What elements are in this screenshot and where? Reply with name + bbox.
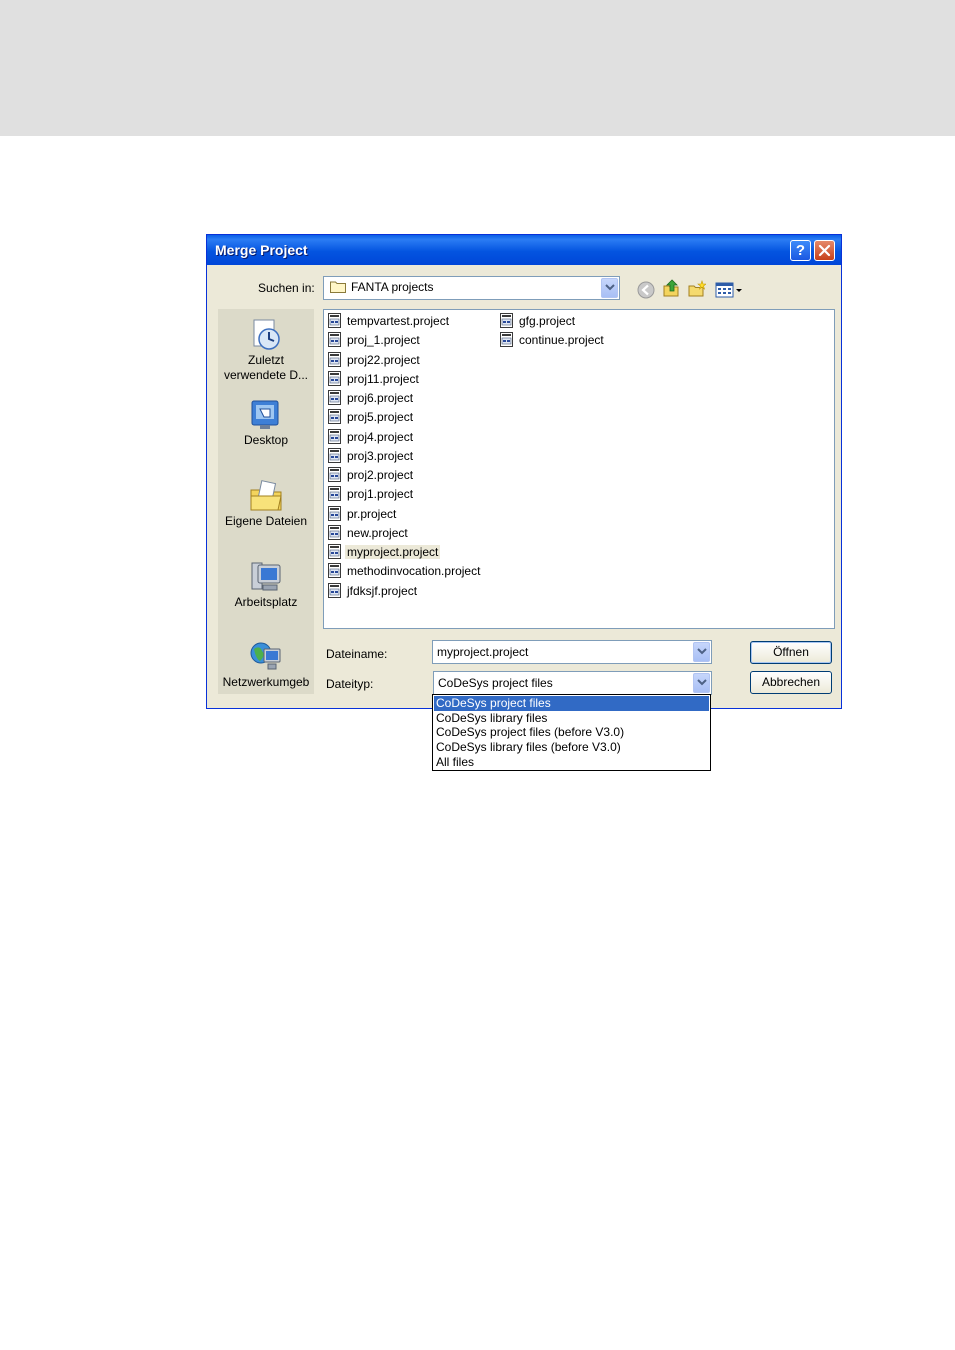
project-file-icon	[328, 390, 341, 405]
file-name: proj1.project	[347, 487, 414, 502]
file-name: proj5.project	[347, 410, 414, 425]
filetype-option[interactable]: CoDeSys library files (before V3.0)	[434, 740, 709, 755]
place-label: verwendete D...	[223, 368, 309, 382]
filename-dropdown-arrow[interactable]	[693, 642, 710, 662]
file-name: tempvartest.project	[347, 314, 450, 328]
project-file-icon	[328, 524, 341, 540]
lookin-dropdown-arrow[interactable]	[601, 278, 618, 298]
file-name: proj2.project	[347, 468, 414, 482]
filetype-option[interactable]: All files	[434, 755, 709, 770]
filetype-option[interactable]: CoDeSys project files	[434, 696, 709, 711]
project-file-icon	[328, 428, 341, 444]
cancel-button[interactable]: Abbrechen	[750, 671, 832, 694]
dialog-title: Merge Project	[215, 242, 308, 258]
view-menu-icon[interactable]	[715, 281, 743, 299]
my-documents-icon	[250, 480, 282, 511]
lookin-value: FANTA projects	[351, 280, 434, 294]
lookin-combo[interactable]: FANTA projects	[323, 276, 620, 300]
file-list[interactable]: tempvartest.project proj_1.project proj22.…	[323, 309, 835, 629]
file-name: continue.project	[519, 333, 604, 348]
filetype-value: CoDeSys project files	[438, 676, 553, 690]
file-name: proj3.project	[347, 448, 414, 463]
file-name: gfg.project	[519, 314, 576, 328]
place-my-documents[interactable]: Eigene Dateien	[218, 478, 314, 529]
lookin-label: Suchen in:	[258, 281, 315, 295]
close-button[interactable]	[814, 240, 835, 261]
project-file-icon	[328, 505, 341, 521]
file-name: proj22.project	[347, 352, 420, 367]
file-name: methodinvocation.project	[347, 564, 481, 579]
my-computer-icon	[251, 562, 281, 591]
place-recent-documents[interactable]: Zuletzt verwendete D...	[218, 317, 314, 383]
up-folder-icon[interactable]	[662, 279, 680, 297]
filetype-select[interactable]: CoDeSys project files	[433, 671, 712, 695]
file-name: myproject.project	[345, 545, 441, 559]
page-header-band	[0, 0, 955, 136]
place-my-computer[interactable]: Arbeitsplatz	[218, 559, 314, 610]
filename-value: myproject.project	[437, 645, 529, 659]
project-file-icon	[328, 447, 341, 463]
filetype-option[interactable]: CoDeSys library files	[434, 711, 709, 726]
back-icon[interactable]	[637, 281, 655, 299]
project-file-icon	[500, 313, 513, 328]
file-name: jfdksjf.project	[347, 583, 418, 598]
merge-project-dialog: Merge Project ? Suchen in: FANTA project…	[206, 234, 842, 709]
new-folder-icon[interactable]	[688, 280, 706, 298]
recent-documents-icon	[253, 319, 280, 350]
file-name: proj_1.project	[347, 333, 420, 348]
places-bar: Zuletzt verwendete D... Desktop Eigene D…	[218, 309, 314, 694]
project-file-icon	[328, 409, 341, 425]
project-file-icon	[500, 332, 513, 348]
network-icon	[250, 642, 281, 670]
place-network[interactable]: Netzwerkumgeb	[218, 639, 314, 690]
filetype-dropdown-arrow[interactable]	[693, 673, 710, 693]
place-label: Desktop	[243, 433, 289, 447]
filename-field[interactable]: myproject.project	[432, 640, 712, 664]
desktop-icon	[251, 400, 279, 429]
chevron-down-icon	[697, 679, 707, 686]
place-label: Netzwerkumgeb	[222, 675, 310, 689]
project-file-icon	[328, 351, 341, 367]
project-file-icon	[328, 467, 341, 482]
project-file-icon	[328, 332, 341, 348]
place-desktop[interactable]: Desktop	[218, 397, 314, 448]
open-button[interactable]: Öffnen	[750, 641, 832, 664]
filename-label: Dateiname:	[326, 647, 388, 661]
place-label: Eigene Dateien	[224, 514, 308, 528]
project-file-icon	[328, 313, 341, 328]
folder-icon	[330, 281, 346, 293]
title-bar[interactable]: Merge Project ?	[207, 235, 841, 265]
help-icon: ?	[795, 242, 806, 259]
help-button[interactable]: ?	[790, 240, 811, 261]
file-name: proj11.project	[347, 371, 419, 386]
place-label: Zuletzt	[247, 353, 284, 367]
file-name: proj6.project	[347, 391, 414, 405]
filetype-option[interactable]: CoDeSys project files (before V3.0)	[434, 725, 709, 740]
project-file-icon	[328, 486, 341, 502]
project-file-icon	[328, 370, 341, 386]
file-name: proj4.project	[347, 429, 414, 444]
chevron-down-icon	[605, 284, 615, 291]
filetype-dropdown-list[interactable]: CoDeSys project files CoDeSys library fil…	[432, 694, 711, 771]
project-file-icon	[328, 582, 341, 598]
project-file-icon	[328, 563, 341, 579]
file-name: new.project	[347, 525, 408, 540]
filetype-label: Dateityp:	[326, 677, 374, 691]
place-label: Arbeitsplatz	[234, 595, 298, 609]
close-icon	[818, 244, 831, 257]
project-file-icon	[328, 544, 341, 559]
file-name: pr.project	[347, 506, 397, 521]
chevron-down-icon	[697, 648, 707, 655]
